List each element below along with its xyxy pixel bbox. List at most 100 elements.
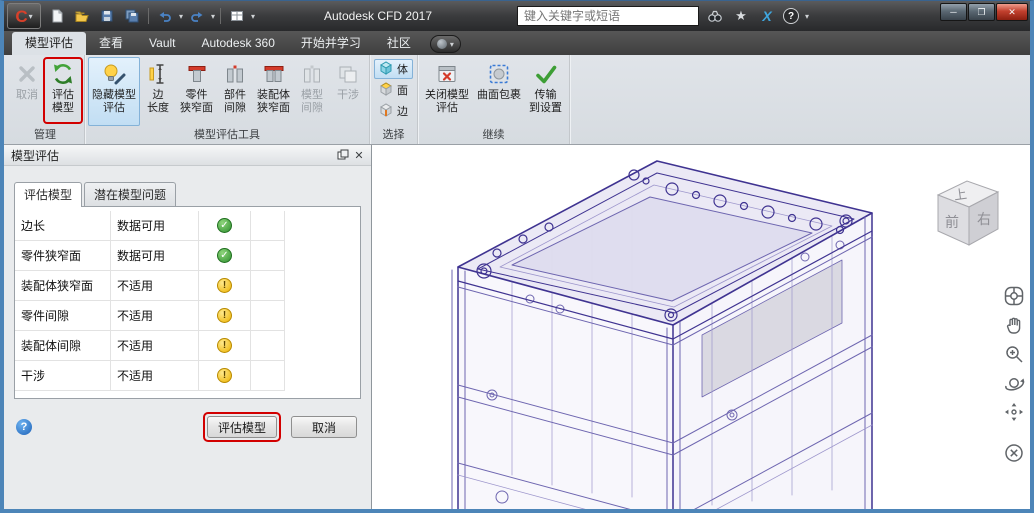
minimize-button[interactable]: ─	[940, 3, 967, 21]
surface-wrap-button[interactable]: 曲面包裹	[473, 57, 525, 126]
close-button[interactable]: ✕	[996, 3, 1028, 21]
status-ok-icon: ✓	[217, 218, 232, 233]
row-status: 不适用	[111, 301, 199, 331]
float-panel-icon[interactable]	[335, 147, 351, 163]
steering-wheel-icon[interactable]	[1003, 285, 1025, 307]
center-pan-icon[interactable]	[1003, 401, 1025, 423]
maximize-button[interactable]: ❐	[968, 3, 995, 21]
view-cube[interactable]: 上 前 右	[918, 169, 1010, 257]
assembly-narrow-faces-button[interactable]: 装配体 狭窄面	[253, 57, 294, 126]
table-row[interactable]: 干涉 不适用 !	[15, 361, 360, 391]
edge-icon	[379, 102, 393, 120]
title-search-area: ★ X ? ▾	[517, 6, 809, 26]
assess-model-dialog-button[interactable]: 评估模型	[206, 416, 277, 438]
orbit-icon[interactable]	[1003, 372, 1025, 394]
a360-exchange-icon[interactable]: X	[757, 6, 777, 26]
status-warning-icon: !	[217, 368, 232, 383]
tab-model-assessment[interactable]: 模型评估	[12, 32, 87, 55]
ribbon-group-label[interactable]: 管理	[6, 127, 84, 144]
ribbon-group-selection: 体 面 边 选择	[370, 55, 418, 144]
panel-close-icon[interactable]: ✕	[351, 147, 367, 163]
a360-drive-button[interactable]: ▾	[429, 35, 461, 53]
redo-dropdown-icon[interactable]: ▾	[211, 12, 215, 21]
model-gaps-button[interactable]: 模型 间隙	[294, 57, 330, 126]
tab-view[interactable]: 查看	[86, 32, 136, 55]
assess-model-button[interactable]: 评估 模型	[45, 57, 81, 126]
help-dropdown-icon[interactable]: ▾	[805, 12, 809, 21]
new-document-button[interactable]	[46, 6, 68, 26]
table-row[interactable]: 装配体间隙 不适用 !	[15, 331, 360, 361]
ribbon-group-label[interactable]: 继续	[418, 127, 569, 144]
a360-drive-icon	[436, 39, 447, 49]
cancel-dialog-button[interactable]: 取消	[291, 416, 357, 438]
panel-tab-assess-model[interactable]: 评估模型	[14, 182, 83, 207]
hide-assessment-button[interactable]: 隐藏模型 评估	[88, 57, 140, 126]
pan-hand-icon[interactable]	[1003, 314, 1025, 336]
panel-titlebar[interactable]: 模型评估 ✕	[4, 145, 371, 166]
close-assessment-button[interactable]: 关闭模型 评估	[421, 57, 473, 126]
ribbon-group-label[interactable]: 选择	[370, 127, 417, 144]
panel-tabs: 评估模型 潜在模型问题	[4, 181, 371, 207]
help-icon[interactable]: ?	[783, 8, 799, 24]
tab-community[interactable]: 社区	[374, 32, 424, 55]
table-row[interactable]: 零件狭窄面 数据可用 ✓	[15, 241, 360, 271]
chevron-down-icon: ▾	[449, 39, 454, 49]
check-icon	[533, 61, 559, 87]
row-status: 数据可用	[111, 211, 199, 241]
assess-model-label: 评估 模型	[52, 89, 74, 114]
viewcube-right-label[interactable]: 右	[977, 211, 991, 227]
row-status: 不适用	[111, 271, 199, 301]
assembly-narrow-faces-label: 装配体 狭窄面	[257, 89, 290, 114]
favorites-star-icon[interactable]: ★	[731, 6, 751, 26]
undo-dropdown-icon[interactable]: ▾	[179, 12, 183, 21]
help-icon[interactable]: ?	[16, 419, 32, 435]
transfer-to-setup-button[interactable]: 传输 到设置	[525, 57, 566, 126]
select-edge-button[interactable]: 边	[374, 101, 413, 121]
close-assessment-label: 关闭模型 评估	[425, 89, 469, 114]
component-gaps-button[interactable]: 部件 间隙	[217, 57, 253, 126]
undo-button[interactable]	[154, 6, 176, 26]
select-face-button[interactable]: 面	[374, 80, 413, 100]
interference-icon	[335, 61, 361, 87]
close-assessment-icon	[434, 61, 460, 87]
cancel-button[interactable]: 取消	[9, 57, 45, 126]
table-row[interactable]: 边长 数据可用 ✓	[15, 211, 360, 241]
redo-button[interactable]	[186, 6, 208, 26]
row-name: 装配体间隙	[15, 331, 111, 361]
search-input[interactable]	[517, 6, 699, 26]
open-file-button[interactable]	[71, 6, 93, 26]
layout-dropdown-icon[interactable]: ▾	[251, 12, 255, 21]
viewcube-top-label[interactable]: 上	[953, 186, 968, 203]
tab-vault[interactable]: Vault	[136, 32, 188, 55]
status-warning-icon: !	[217, 278, 232, 293]
viewport-3d[interactable]: 上 前 右	[372, 145, 1030, 509]
close-navbar-icon[interactable]	[1003, 442, 1025, 464]
model-gaps-label: 模型 间隙	[301, 89, 323, 114]
save-as-button[interactable]	[121, 6, 143, 26]
part-narrow-faces-button[interactable]: 零件 狭窄面	[176, 57, 217, 126]
app-logo: C	[15, 6, 28, 26]
ribbon-group-label[interactable]: 模型评估工具	[85, 127, 369, 144]
search-binoculars-icon[interactable]	[705, 6, 725, 26]
ribbon: 取消 评估 模型 管理 隐藏模型 评估 边 长度 零件 狭窄面 部件 间隙 装配…	[4, 55, 1030, 145]
app-menu-button[interactable]: C ▾	[7, 3, 41, 29]
component-gaps-label: 部件 间隙	[224, 89, 246, 114]
toolbar-separator	[148, 8, 149, 24]
viewcube-front-label[interactable]: 前	[945, 214, 959, 230]
row-name: 装配体狭窄面	[15, 271, 111, 301]
table-row[interactable]: 装配体狭窄面 不适用 !	[15, 271, 360, 301]
hide-assessment-label: 隐藏模型 评估	[92, 89, 136, 114]
edge-length-button[interactable]: 边 长度	[140, 57, 176, 126]
ribbon-group-continue: 关闭模型 评估 曲面包裹 传输 到设置 继续	[418, 55, 570, 144]
panel-tab-potential-issues[interactable]: 潜在模型问题	[84, 182, 177, 207]
save-button[interactable]	[96, 6, 118, 26]
interference-button[interactable]: 干涉	[330, 57, 366, 126]
table-row[interactable]: 零件间隙 不适用 !	[15, 301, 360, 331]
tab-get-started[interactable]: 开始并学习	[288, 32, 374, 55]
layout-button[interactable]	[226, 6, 248, 26]
zoom-icon[interactable]	[1003, 343, 1025, 365]
select-volume-button[interactable]: 体	[374, 59, 413, 79]
select-face-label: 面	[397, 85, 408, 97]
tab-autodesk-360[interactable]: Autodesk 360	[189, 32, 288, 55]
status-warning-icon: !	[217, 308, 232, 323]
